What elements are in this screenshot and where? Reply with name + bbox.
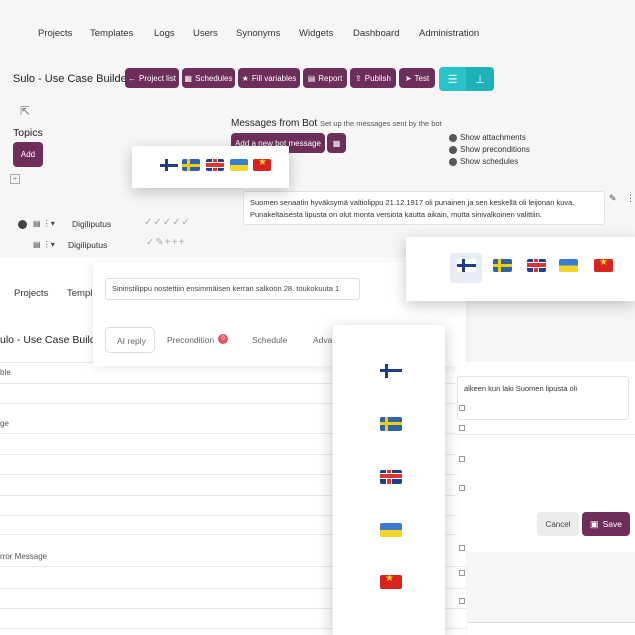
vietnam-flag-icon[interactable]: [380, 575, 402, 589]
messages-heading: Messages from Bot Set up the messages se…: [231, 118, 442, 129]
ukraine-flag-icon[interactable]: [380, 523, 402, 537]
nav-projects[interactable]: Projects: [14, 288, 48, 299]
test-button[interactable]: ➤ Test: [399, 68, 435, 88]
tab-schedule[interactable]: Schedule: [252, 335, 287, 345]
star-icon: ★: [241, 73, 249, 83]
bottom-panel: [467, 622, 635, 635]
nav-users[interactable]: Users: [193, 28, 218, 39]
precondition-count-badge: 0: [218, 334, 228, 344]
checkbox[interactable]: [459, 485, 465, 491]
ukraine-flag-icon[interactable]: [559, 259, 578, 272]
uk-flag-icon[interactable]: [380, 470, 402, 484]
uk-flag-icon[interactable]: [527, 259, 546, 272]
publish-button[interactable]: ⇪ Publish: [350, 68, 396, 88]
cancel-button[interactable]: Cancel: [537, 512, 579, 536]
upload-icon: ⇪: [355, 73, 362, 83]
checkbox[interactable]: [459, 405, 465, 411]
vietnam-flag-icon[interactable]: [253, 159, 271, 171]
uk-flag-icon[interactable]: [206, 159, 224, 171]
show-preconditions-label: Show preconditions: [460, 145, 530, 154]
show-preconditions-checkbox[interactable]: [449, 146, 457, 154]
checkbox[interactable]: [459, 545, 465, 551]
topic-row-status: ✓✎+++: [146, 237, 186, 248]
fill-variables-button[interactable]: ★ Fill variables: [238, 68, 300, 88]
list-icon: ☰: [447, 73, 458, 86]
checkbox[interactable]: [459, 425, 465, 431]
checkbox[interactable]: [459, 456, 465, 462]
nav-dashboard[interactable]: Dashboard: [353, 28, 399, 39]
edit-icon[interactable]: ✎: [609, 193, 617, 204]
nav-templates[interactable]: Templates: [90, 28, 133, 39]
topic-row-status: ✓✓✓✓✓: [144, 217, 191, 228]
show-schedules-label: Show schedules: [460, 157, 519, 166]
ukraine-flag-icon[interactable]: [230, 159, 248, 171]
sweden-flag-icon[interactable]: [182, 159, 200, 171]
row-menu-icon[interactable]: ▤ ⋮▾: [33, 240, 55, 249]
nav-administration[interactable]: Administration: [419, 28, 479, 39]
field-label: ble: [0, 368, 11, 377]
checkbox[interactable]: [459, 570, 465, 576]
edit-dialog: alkeen kun laki Suomen lipusta oli Cance…: [455, 362, 635, 552]
topics-heading: Topics: [13, 127, 43, 139]
row-menu-icon[interactable]: ▤ ⋮▾: [33, 219, 55, 228]
more-vertical-icon[interactable]: ⋮: [626, 193, 635, 204]
nav-logs[interactable]: Logs: [154, 28, 175, 39]
report-button[interactable]: ▤ Report: [303, 68, 347, 88]
language-flags-popup: [132, 146, 289, 188]
finland-flag-icon[interactable]: [457, 259, 476, 272]
report-icon: ▤: [307, 73, 316, 83]
page-title: Sulo - Use Case Builder: [13, 73, 131, 85]
checkbox[interactable]: [459, 598, 465, 604]
collapse-icon[interactable]: [18, 220, 27, 229]
tab-precondition[interactable]: Precondition: [167, 335, 214, 345]
messages-subtitle: Set up the messages sent by the bot: [319, 119, 442, 128]
message-input[interactable]: Siniristilippu nostettiin ensimmäisen ke…: [105, 278, 360, 300]
arrow-left-icon: ←: [128, 73, 137, 83]
sitemap-icon: ⊥: [475, 73, 485, 86]
grid-icon: ▦: [332, 138, 341, 148]
finland-flag-icon[interactable]: [380, 364, 402, 378]
project-list-button[interactable]: ← Project list: [125, 68, 179, 88]
field-label: ge: [0, 419, 9, 428]
nav-projects[interactable]: Projects: [38, 28, 72, 39]
send-icon: ➤: [404, 73, 412, 83]
nav-templates[interactable]: Templ: [67, 288, 92, 299]
add-topic-button[interactable]: Add: [13, 142, 43, 167]
page-title: ulo - Use Case Builder: [0, 334, 106, 346]
tree-view-toggle[interactable]: ⊥: [466, 67, 494, 91]
calendar-icon: ▦: [184, 73, 193, 83]
dialog-text-area[interactable]: alkeen kun laki Suomen lipusta oli: [457, 376, 629, 420]
expand-icon[interactable]: +: [10, 174, 20, 184]
divider: [455, 434, 635, 435]
grid-menu-button[interactable]: ▦: [327, 133, 346, 153]
save-icon: ▣: [590, 518, 599, 529]
tab-advanced[interactable]: Adva: [313, 335, 332, 345]
save-button[interactable]: ▣ Save: [582, 512, 630, 536]
nav-widgets[interactable]: Widgets: [299, 28, 333, 39]
schedules-button[interactable]: ▦ Schedules: [182, 68, 235, 88]
list-view-toggle[interactable]: ☰: [439, 67, 466, 91]
topic-row-label[interactable]: Digiliputus: [68, 240, 107, 250]
topic-row-label[interactable]: Digiliputus: [72, 219, 111, 229]
sweden-flag-icon[interactable]: [380, 417, 402, 431]
sweden-flag-icon[interactable]: [493, 259, 512, 272]
finland-flag-icon[interactable]: [160, 159, 178, 171]
show-schedules-checkbox[interactable]: [449, 158, 457, 166]
tab-ai-reply[interactable]: AI reply: [105, 327, 155, 353]
show-attachments-checkbox[interactable]: [449, 134, 457, 142]
cursor-icon: ⇱: [20, 104, 31, 118]
language-flags-popup-large: [406, 237, 635, 301]
vietnam-flag-icon[interactable]: [594, 259, 613, 272]
show-attachments-label: Show attachments: [460, 133, 526, 142]
bot-message-text[interactable]: Suomen senaatin hyväksymä valtiolippu 21…: [243, 191, 605, 225]
field-label: rror Message: [0, 552, 48, 561]
language-flags-dropdown: [332, 325, 445, 635]
nav-synonyms[interactable]: Synonyms: [236, 28, 280, 39]
